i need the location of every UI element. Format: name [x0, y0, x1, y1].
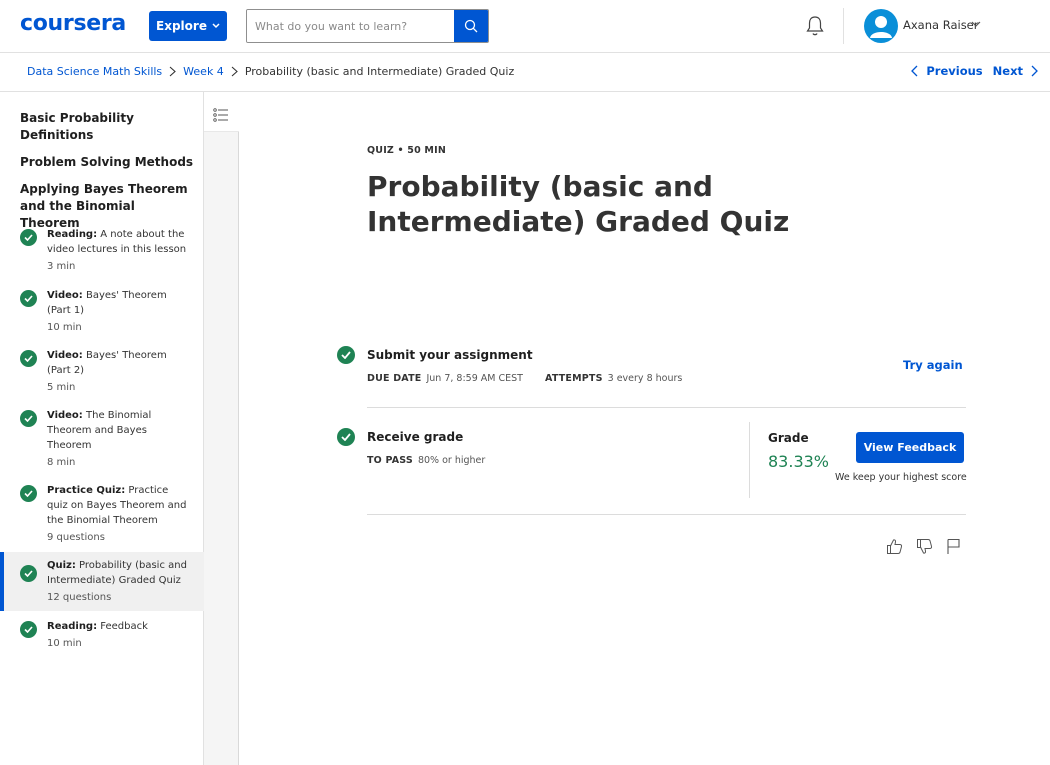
- item-type: Video:: [47, 410, 83, 421]
- try-again-button[interactable]: Try again: [903, 358, 963, 372]
- submit-meta: DUE DATE Jun 7, 8:59 AM CEST ATTEMPTS 3 ev…: [367, 373, 682, 384]
- breadcrumb: Data Science Math Skills Week 4 Probabil…: [27, 65, 514, 78]
- sidebar-item-practice-quiz[interactable]: Practice Quiz: Practice quiz on Bayes Th…: [0, 483, 204, 545]
- quiz-kicker: QUIZ • 50 MIN: [367, 145, 446, 156]
- item-duration: 10 min: [47, 322, 82, 333]
- view-feedback-button[interactable]: View Feedback: [856, 432, 964, 463]
- search-box: [246, 9, 489, 43]
- sidebar-section-bayes-binomial[interactable]: Applying Bayes Theorem and the Binomial …: [20, 181, 195, 232]
- completed-check-icon: [337, 428, 355, 446]
- item-type: Video:: [47, 290, 83, 301]
- item-type: Reading:: [47, 621, 98, 632]
- receive-grade-title: Receive grade: [367, 430, 464, 444]
- coursera-logo[interactable]: coursera: [20, 11, 126, 36]
- breadcrumb-week[interactable]: Week 4: [183, 65, 224, 78]
- breadcrumb-current: Probability (basic and Intermediate) Gra…: [244, 65, 515, 78]
- sidebar-item-video-bayes-1[interactable]: Video: Bayes' Theorem (Part 1) 10 min: [0, 288, 204, 338]
- breadcrumb-course[interactable]: Data Science Math Skills: [27, 65, 162, 78]
- item-duration: 3 min: [47, 261, 76, 272]
- divider: [367, 407, 966, 408]
- sidebar-item-reading-feedback[interactable]: Reading: Feedback 10 min: [0, 619, 204, 655]
- sidebar-item-video-binomial[interactable]: Video: The Binomial Theorem and Bayes Th…: [0, 408, 204, 470]
- chevron-left-icon: [911, 65, 918, 77]
- next-label: Next: [992, 64, 1023, 78]
- divider: [367, 514, 966, 515]
- completed-check-icon: [20, 485, 37, 502]
- attempts-value: 3 every 8 hours: [607, 373, 683, 384]
- grade-label: Grade: [768, 431, 809, 445]
- grade-value: 83.33%: [768, 452, 830, 471]
- user-name[interactable]: Axana Raiser: [903, 18, 979, 32]
- sidebar-section-basic-probability[interactable]: Basic Probability Definitions: [20, 110, 195, 144]
- breadcrumb-bar: Data Science Math Skills Week 4 Probabil…: [0, 53, 1050, 92]
- sidebar-item-reading-note[interactable]: Reading: A note about the video lectures…: [0, 227, 204, 277]
- list-outline-icon: [213, 108, 228, 122]
- completed-check-icon: [20, 229, 37, 246]
- item-type: Quiz:: [47, 560, 76, 571]
- sidebar-section-problem-solving[interactable]: Problem Solving Methods: [20, 154, 195, 171]
- chevron-right-icon: [169, 66, 176, 77]
- to-pass-label: TO PASS: [367, 455, 413, 466]
- search-input[interactable]: [247, 10, 454, 42]
- main-content: QUIZ • 50 MIN Probability (basic and Int…: [240, 92, 1050, 765]
- flag-icon[interactable]: [946, 538, 961, 555]
- grade-divider: [749, 422, 750, 498]
- chevron-down-icon[interactable]: [971, 21, 981, 27]
- prev-next-nav: Previous Next: [911, 64, 1038, 78]
- grade-meta: TO PASS 80% or higher: [367, 455, 485, 466]
- item-duration: 8 min: [47, 457, 76, 468]
- header-divider: [843, 8, 844, 44]
- thumbs-down-icon[interactable]: [916, 538, 933, 555]
- previous-label: Previous: [926, 64, 983, 78]
- search-button[interactable]: [454, 10, 488, 42]
- reaction-buttons: [886, 538, 961, 555]
- notification-bell-icon[interactable]: [805, 15, 825, 37]
- previous-button[interactable]: Previous: [911, 64, 983, 78]
- outline-toggle-column: [204, 92, 239, 765]
- due-date-label: DUE DATE: [367, 373, 422, 384]
- explore-button[interactable]: Explore: [149, 11, 227, 41]
- sidebar-item-video-bayes-2[interactable]: Video: Bayes' Theorem (Part 2) 5 min: [0, 348, 204, 398]
- completed-check-icon: [20, 290, 37, 307]
- completed-check-icon: [337, 346, 355, 364]
- attempts-label: ATTEMPTS: [545, 373, 603, 384]
- item-type: Reading:: [47, 229, 98, 240]
- explore-label: Explore: [156, 19, 207, 33]
- item-type: Video:: [47, 350, 83, 361]
- to-pass-value: 80% or higher: [417, 455, 486, 466]
- item-duration: 12 questions: [47, 592, 112, 603]
- course-sidebar: Basic Probability Definitions Problem So…: [0, 92, 204, 765]
- item-duration: 9 questions: [47, 532, 105, 543]
- item-type: Practice Quiz:: [47, 485, 126, 496]
- sidebar-item-graded-quiz[interactable]: Quiz: Probability (basic and Intermediat…: [0, 552, 204, 611]
- item-title: Feedback: [97, 621, 148, 632]
- avatar[interactable]: [864, 9, 898, 43]
- item-duration: 5 min: [47, 382, 76, 393]
- completed-check-icon: [20, 621, 37, 638]
- highest-score-note: We keep your highest score: [835, 472, 967, 483]
- completed-check-icon: [20, 410, 37, 427]
- user-silhouette-icon: [870, 16, 892, 38]
- due-date-value: Jun 7, 8:59 AM CEST: [426, 373, 523, 384]
- item-duration: 10 min: [47, 638, 82, 649]
- next-button[interactable]: Next: [993, 64, 1038, 78]
- search-icon: [464, 19, 478, 33]
- thumbs-up-icon[interactable]: [886, 538, 903, 555]
- top-header: coursera Explore Axana Raiser: [0, 0, 1050, 53]
- page-title: Probability (basic and Intermediate) Gra…: [367, 170, 790, 238]
- outline-toggle-button[interactable]: [204, 92, 239, 132]
- completed-check-icon: [20, 565, 37, 582]
- chevron-right-icon: [231, 66, 238, 77]
- submit-assignment-title: Submit your assignment: [367, 348, 533, 362]
- chevron-right-icon: [1031, 65, 1038, 77]
- chevron-down-icon: [212, 23, 220, 29]
- completed-check-icon: [20, 350, 37, 367]
